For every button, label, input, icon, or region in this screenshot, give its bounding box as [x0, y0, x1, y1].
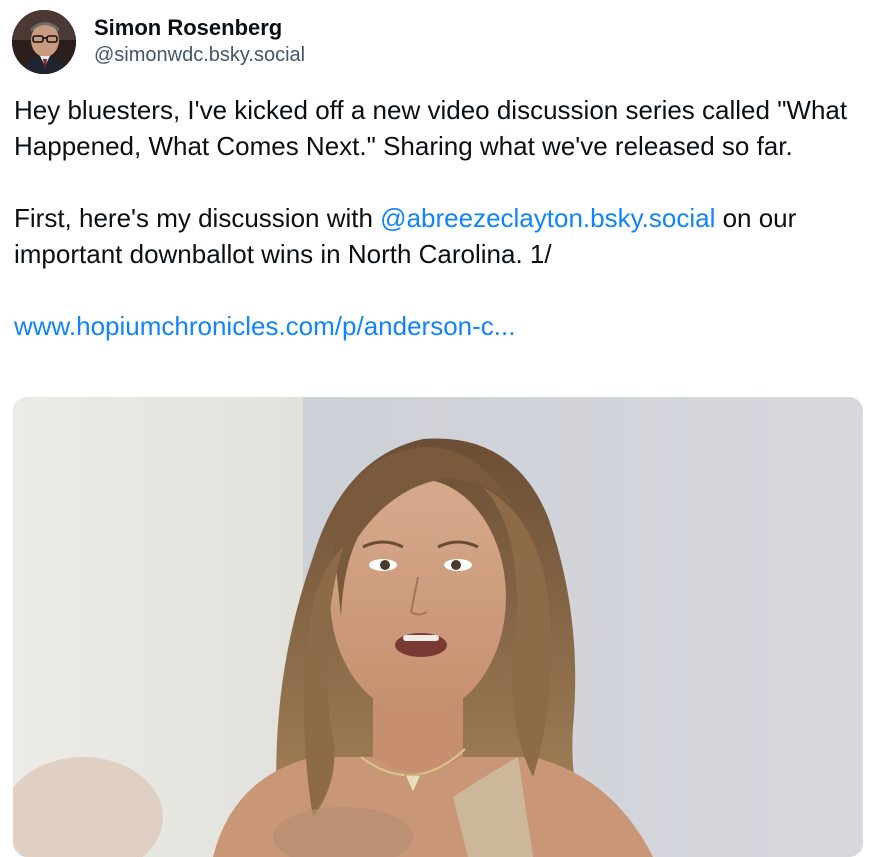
author-display-name[interactable]: Simon Rosenberg [94, 14, 305, 42]
avatar-image [12, 10, 76, 74]
mention-link[interactable]: @abreezeclayton.bsky.social [380, 203, 715, 233]
post-header: Simon Rosenberg @simonwdc.bsky.social [12, 10, 305, 74]
author-handle[interactable]: @simonwdc.bsky.social [94, 42, 305, 68]
avatar[interactable] [12, 10, 76, 74]
post-paragraph: Hey bluesters, I've kicked off a new vid… [14, 95, 848, 161]
video-thumbnail[interactable] [13, 397, 863, 857]
post-text: Hey bluesters, I've kicked off a new vid… [14, 92, 870, 344]
author-info: Simon Rosenberg @simonwdc.bsky.social [94, 14, 305, 68]
external-link[interactable]: www.hopiumchronicles.com/p/anderson-c... [14, 311, 515, 341]
post-paragraph: www.hopiumchronicles.com/p/anderson-c... [14, 308, 870, 344]
post-text-fragment: First, here's my discussion with [14, 203, 381, 233]
post-card: Simon Rosenberg @simonwdc.bsky.social He… [0, 0, 876, 857]
post-paragraph: First, here's my discussion with @abreez… [14, 200, 870, 272]
video-frame-image [13, 397, 863, 857]
